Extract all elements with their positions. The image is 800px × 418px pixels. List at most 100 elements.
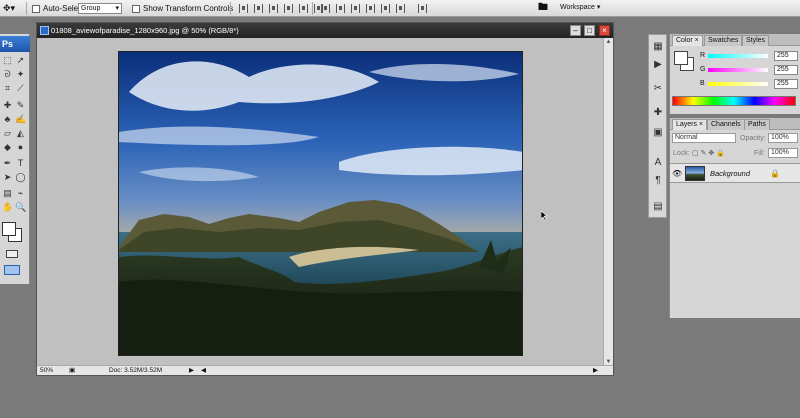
auto-select-checkbox[interactable] [32, 4, 40, 13]
tab-styles[interactable]: Styles [742, 35, 770, 46]
distribute-bottom-icon[interactable] [351, 4, 360, 13]
pen-tool-icon[interactable]: ✒ [2, 158, 13, 169]
fill-field[interactable]: 100% [768, 148, 798, 158]
color-panel: Color × Swatches Styles R 255 G 255 B 25… [669, 34, 800, 114]
history-icon[interactable]: ▤ [652, 201, 664, 213]
distribute-right-icon[interactable] [396, 4, 405, 13]
red-slider-row: R 255 [700, 51, 800, 61]
blue-value-field[interactable]: 255 [774, 79, 798, 89]
type-tool-icon[interactable]: T [15, 158, 26, 169]
vertical-scrollbar[interactable]: ▲ ▼ [603, 38, 613, 366]
align-hcenter-icon[interactable] [299, 4, 308, 13]
tab-swatches[interactable]: Swatches [704, 35, 743, 46]
align-left-icon[interactable] [284, 4, 293, 13]
tab-channels[interactable]: Channels [707, 119, 745, 130]
navigator-icon[interactable]: ▦ [652, 41, 664, 53]
history-brush-icon[interactable]: ✍ [15, 114, 26, 125]
shape-tool-icon[interactable]: ◯ [15, 172, 26, 183]
red-value-field[interactable]: 255 [774, 51, 798, 61]
green-slider-row: G 255 [700, 65, 800, 75]
tab-paths[interactable]: Paths [744, 119, 770, 130]
document-titlebar[interactable]: 01808_aviewofparadise_1280x960.jpg @ 50%… [37, 23, 613, 38]
color-spectrum[interactable] [672, 96, 796, 106]
scroll-right-icon[interactable]: ▶ [593, 366, 598, 375]
transform-controls-checkbox[interactable] [132, 4, 140, 13]
path-selection-icon[interactable]: ➤ [2, 172, 13, 183]
blur-tool-icon[interactable]: ◆ [2, 142, 13, 153]
red-slider[interactable] [708, 54, 768, 58]
eye-icon[interactable]: 👁 [672, 169, 682, 179]
eyedropper-icon[interactable]: ⌁ [15, 188, 26, 199]
green-slider[interactable] [708, 68, 768, 72]
fill-label: Fill: [754, 150, 765, 157]
slice-tool-icon[interactable]: ⟋ [15, 83, 26, 94]
blue-slider-row: B 255 [700, 79, 800, 89]
align-top-icon[interactable] [239, 4, 248, 13]
status-icon[interactable]: ▣ [69, 366, 75, 375]
brushes-icon[interactable]: ✂ [652, 83, 664, 95]
distribute-left-icon[interactable] [366, 4, 375, 13]
workspace-button[interactable]: Workspace ▾ [560, 2, 600, 14]
ps-logo: Ps [0, 36, 30, 52]
zoom-tool-icon[interactable]: 🔍 [15, 202, 26, 213]
move-tool-active-icon[interactable]: ➚ [15, 55, 26, 66]
green-value-field[interactable]: 255 [774, 65, 798, 75]
panel-dock: ▦ ▶ ✂ ✚ ▣ A ¶ ▤ [648, 34, 667, 218]
bridge-icon[interactable]: 🖿 [538, 2, 548, 14]
auto-align-icon[interactable] [418, 4, 427, 13]
distribute-vcenter-icon[interactable] [336, 4, 345, 13]
mouse-cursor-icon [541, 211, 548, 221]
scroll-up-icon[interactable]: ▲ [605, 39, 612, 45]
paragraph-icon[interactable]: ¶ [652, 175, 664, 187]
distribute-hcenter-icon[interactable] [381, 4, 390, 13]
screen-mode-icon[interactable] [4, 265, 20, 275]
magic-wand-icon[interactable]: ✦ [15, 69, 26, 80]
zoom-level[interactable]: 50% [40, 366, 53, 375]
status-menu-arrow-icon[interactable]: ▶ [189, 366, 194, 375]
distribute-top-icon[interactable] [321, 4, 330, 13]
foreground-color-swatch[interactable] [2, 222, 16, 236]
opacity-field[interactable]: 100% [768, 133, 798, 143]
clone-source-icon[interactable]: ▣ [652, 127, 664, 139]
lock-icon: 🔒 [770, 169, 780, 178]
marquee-tool-icon[interactable]: ⬚ [2, 55, 13, 66]
tab-color[interactable]: Color × [672, 35, 703, 46]
notes-tool-icon[interactable]: ▤ [2, 188, 13, 199]
character-icon[interactable]: A [652, 157, 664, 169]
layer-row-background[interactable]: 👁 Background 🔒 [670, 163, 800, 183]
distribute-buttons [318, 3, 430, 14]
maximize-button[interactable]: □ [584, 25, 595, 36]
move-tool-icon[interactable]: ✥▾ [3, 3, 15, 14]
document-icon [40, 26, 49, 35]
tool-presets-icon[interactable]: ✚ [652, 107, 664, 119]
close-button[interactable]: × [599, 25, 610, 36]
green-label: G [700, 66, 706, 73]
crop-tool-icon[interactable]: ⌗ [2, 83, 13, 94]
quick-mask-icon[interactable] [6, 250, 18, 258]
paint-bucket-icon[interactable]: ◭ [15, 128, 26, 139]
blue-label: B [700, 80, 705, 87]
align-bottom-icon[interactable] [269, 4, 278, 13]
blend-mode-dropdown[interactable]: Normal [672, 133, 736, 143]
minimize-button[interactable]: – [570, 25, 581, 36]
layers-panel-tabs: Layers × Channels Paths [670, 118, 800, 130]
panel-foreground-swatch[interactable] [674, 51, 688, 65]
scroll-left-icon[interactable]: ◀ [201, 366, 206, 375]
lasso-tool-icon[interactable]: ᘐ [2, 69, 13, 80]
tab-layers[interactable]: Layers × [672, 119, 708, 130]
transform-controls-group[interactable]: Show Transform Controls [132, 3, 233, 14]
lock-icons[interactable]: ▢ ✎ ✥ 🔒 [692, 149, 725, 157]
auto-select-dropdown[interactable]: Group [78, 3, 122, 14]
clone-stamp-icon[interactable]: ♣ [2, 114, 13, 125]
document-image [118, 51, 523, 356]
align-vcenter-icon[interactable] [254, 4, 263, 13]
brush-tool-icon[interactable]: ✎ [15, 100, 26, 111]
hand-tool-icon[interactable]: ✋ [2, 202, 13, 213]
transform-controls-label: Show Transform Controls [143, 4, 234, 13]
dodge-tool-icon[interactable]: ● [15, 142, 26, 153]
eraser-tool-icon[interactable]: ▱ [2, 128, 13, 139]
info-icon[interactable]: ▶ [652, 59, 664, 71]
healing-brush-icon[interactable]: ✚ [2, 100, 13, 111]
blue-slider[interactable] [708, 82, 768, 86]
document-window: 01808_aviewofparadise_1280x960.jpg @ 50%… [36, 22, 614, 376]
